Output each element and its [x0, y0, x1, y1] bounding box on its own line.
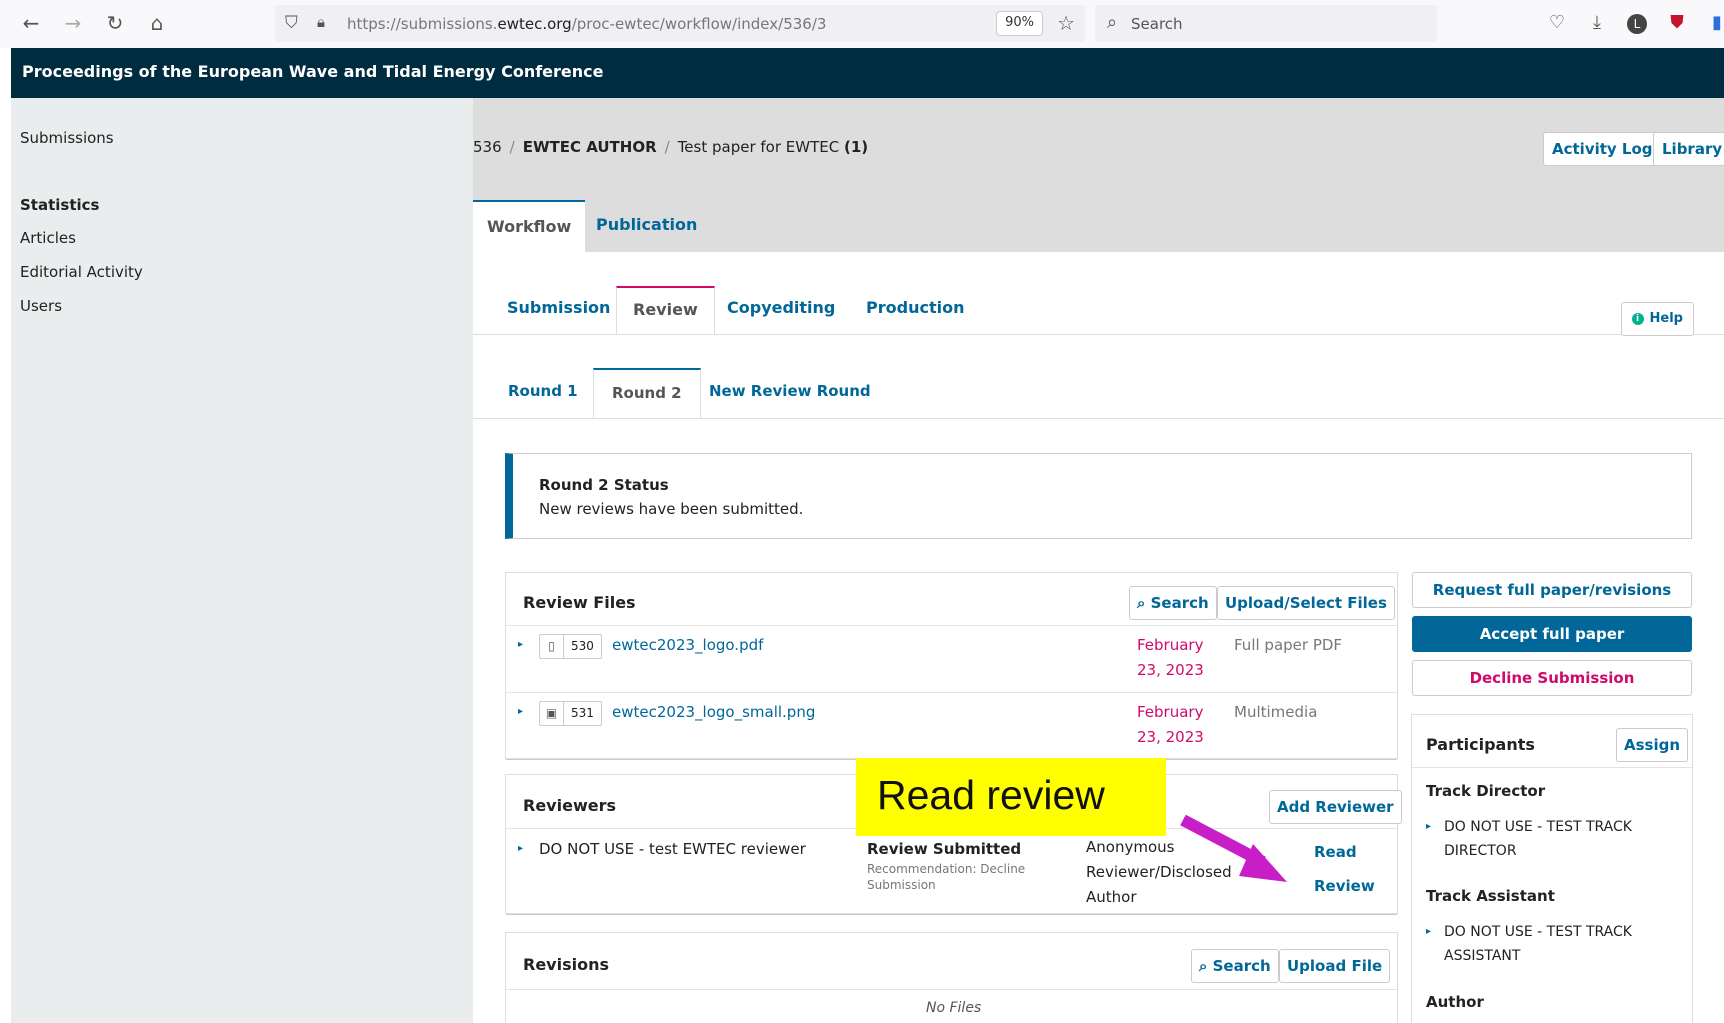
- round-tabs-divider: [473, 418, 1724, 419]
- file-date-line2: 23, 2023: [1137, 661, 1204, 679]
- bookmark-star-icon[interactable]: ☆: [1057, 11, 1075, 35]
- tab-copyediting[interactable]: Copyediting: [711, 286, 851, 332]
- activity-log-button[interactable]: Activity Log: [1543, 132, 1662, 166]
- annotation-callout: Read review: [856, 758, 1166, 836]
- pdf-file-icon: ▯: [540, 635, 564, 658]
- tab-new-review-round[interactable]: New Review Round: [691, 368, 889, 416]
- browser-toolbar: ← → ↻ ⌂ ⛉ 🔒︎ https://submissions.ewtec.o…: [0, 0, 1724, 48]
- reviewers-title: Reviewers: [523, 796, 616, 815]
- revisions-title: Revisions: [523, 955, 609, 974]
- sidebar-item-articles[interactable]: Articles: [20, 229, 76, 247]
- role-track-assistant: Track Assistant: [1426, 887, 1555, 905]
- back-icon[interactable]: ←: [20, 12, 42, 34]
- expand-arrow-icon[interactable]: ▸: [1426, 821, 1431, 832]
- account-icon[interactable]: L: [1625, 11, 1649, 35]
- sidebar: Submissions Statistics Articles Editoria…: [11, 98, 473, 1023]
- image-file-icon: ▣: [540, 702, 564, 725]
- tab-submission[interactable]: Submission: [491, 286, 626, 332]
- no-files-text: No Files: [926, 1000, 982, 1016]
- file-id-badge: ▯ 530: [539, 634, 602, 659]
- tab-review[interactable]: Review: [616, 286, 715, 334]
- address-bar[interactable]: ⛉ 🔒︎ https://submissions.ewtec.org/proc-…: [275, 5, 1085, 42]
- file-type: Multimedia: [1234, 703, 1318, 721]
- annotation-text: Read review: [877, 772, 1105, 818]
- home-icon[interactable]: ⌂: [146, 12, 168, 34]
- pocket-icon[interactable]: ♡: [1545, 11, 1569, 35]
- review-files-search-button[interactable]: ⌕ Search: [1129, 586, 1217, 620]
- browser-search-input[interactable]: ⌕ Search: [1095, 5, 1437, 42]
- review-recommendation: Recommendation: Decline Submission: [867, 862, 1026, 892]
- download-icon[interactable]: ⤓: [1585, 11, 1609, 35]
- row-divider: [1412, 767, 1692, 768]
- workflow-panel: Submission Review Copyediting Production…: [473, 252, 1724, 1023]
- round-status-notice: Round 2 Status New reviews have been sub…: [505, 453, 1692, 539]
- site-title[interactable]: Proceedings of the European Wave and Tid…: [22, 62, 603, 81]
- search-icon: ⌕: [1137, 594, 1151, 612]
- review-status: Review Submitted: [867, 840, 1022, 858]
- file-id-badge: ▣ 531: [539, 701, 602, 726]
- expand-arrow-icon[interactable]: ▸: [1426, 926, 1431, 937]
- tab-round-2[interactable]: Round 2: [593, 368, 701, 418]
- help-button[interactable]: i Help: [1620, 302, 1694, 336]
- assign-button[interactable]: Assign: [1616, 728, 1689, 762]
- read-review-link[interactable]: Read Review: [1314, 835, 1384, 903]
- request-revisions-button[interactable]: Request full paper/revisions: [1412, 572, 1692, 608]
- row-divider: [506, 692, 1397, 693]
- review-files-panel: Review Files ⌕ Search Upload/Select File…: [506, 573, 1397, 758]
- site-header: Proceedings of the European Wave and Tid…: [11, 48, 1724, 98]
- stage-tabs-divider: [473, 334, 1724, 335]
- sidebar-heading-statistics: Statistics: [20, 196, 100, 214]
- sidebar-item-submissions[interactable]: Submissions: [20, 129, 114, 147]
- row-divider: [506, 625, 1397, 626]
- file-link[interactable]: ewtec2023_logo_small.png: [612, 703, 815, 721]
- search-icon: ⌕: [1107, 12, 1118, 33]
- revisions-search-button[interactable]: ⌕ Search: [1191, 949, 1279, 983]
- search-icon: ⌕: [1199, 957, 1213, 975]
- file-date-line1: February: [1137, 703, 1204, 721]
- library-button[interactable]: Library: [1653, 132, 1724, 166]
- info-icon: i: [1631, 313, 1644, 325]
- round-status-text: New reviews have been submitted.: [539, 500, 804, 518]
- file-date-line1: February: [1137, 636, 1204, 654]
- zoom-level-button[interactable]: 90%: [996, 11, 1043, 36]
- expand-arrow-icon[interactable]: ▸: [518, 639, 523, 650]
- row-divider: [506, 989, 1397, 990]
- revisions-panel: Revisions ⌕ Search Upload File No Files: [506, 933, 1397, 1023]
- decline-submission-button[interactable]: Decline Submission: [1412, 660, 1692, 696]
- breadcrumb: 536/EWTEC AUTHOR / Test paper for EWTEC (1…: [473, 138, 869, 156]
- upload-select-files-button[interactable]: Upload/Select Files: [1217, 586, 1395, 620]
- sidebar-item-editorial-activity[interactable]: Editorial Activity: [20, 263, 143, 281]
- participant-track-director[interactable]: DO NOT USE - TEST TRACK DIRECTOR: [1444, 815, 1664, 863]
- expand-arrow-icon[interactable]: ▸: [518, 706, 523, 717]
- reviewer-name: DO NOT USE - test EWTEC reviewer: [539, 840, 806, 858]
- expand-arrow-icon[interactable]: ▸: [518, 843, 523, 854]
- file-type: Full paper PDF: [1234, 636, 1343, 654]
- url-text[interactable]: https://submissions.ewtec.org/proc-ewtec…: [347, 15, 826, 33]
- sidebar-item-users[interactable]: Users: [20, 297, 62, 315]
- main-content: 536/EWTEC AUTHOR / Test paper for EWTEC (1…: [473, 98, 1724, 1023]
- participant-track-assistant[interactable]: DO NOT USE - TEST TRACK ASSISTANT: [1444, 920, 1664, 968]
- role-author: Author: [1426, 993, 1484, 1011]
- tab-production[interactable]: Production: [850, 286, 980, 332]
- reload-icon[interactable]: ↻: [104, 12, 126, 34]
- extension-icon[interactable]: ▮: [1705, 11, 1724, 35]
- tab-publication[interactable]: Publication: [582, 200, 711, 252]
- file-link[interactable]: ewtec2023_logo.pdf: [612, 636, 763, 654]
- accept-full-paper-button[interactable]: Accept full paper: [1412, 616, 1692, 652]
- participants-panel: Participants Assign Track Director ▸ DO …: [1412, 715, 1692, 1023]
- annotation-arrow-icon: [1180, 814, 1287, 882]
- forward-icon[interactable]: →: [62, 12, 84, 34]
- shield-icon[interactable]: ⛉: [285, 13, 298, 33]
- upload-file-button[interactable]: Upload File: [1279, 949, 1391, 983]
- file-date-line2: 23, 2023: [1137, 728, 1204, 746]
- role-track-director: Track Director: [1426, 782, 1546, 800]
- tab-workflow[interactable]: Workflow: [473, 200, 586, 252]
- round-status-title: Round 2 Status: [539, 476, 669, 494]
- participants-title: Participants: [1426, 735, 1535, 754]
- tab-round-1[interactable]: Round 1: [490, 368, 596, 416]
- lock-icon[interactable]: 🔒︎: [317, 13, 325, 31]
- review-files-title: Review Files: [523, 593, 636, 612]
- ublock-icon[interactable]: ⛊: [1665, 11, 1689, 35]
